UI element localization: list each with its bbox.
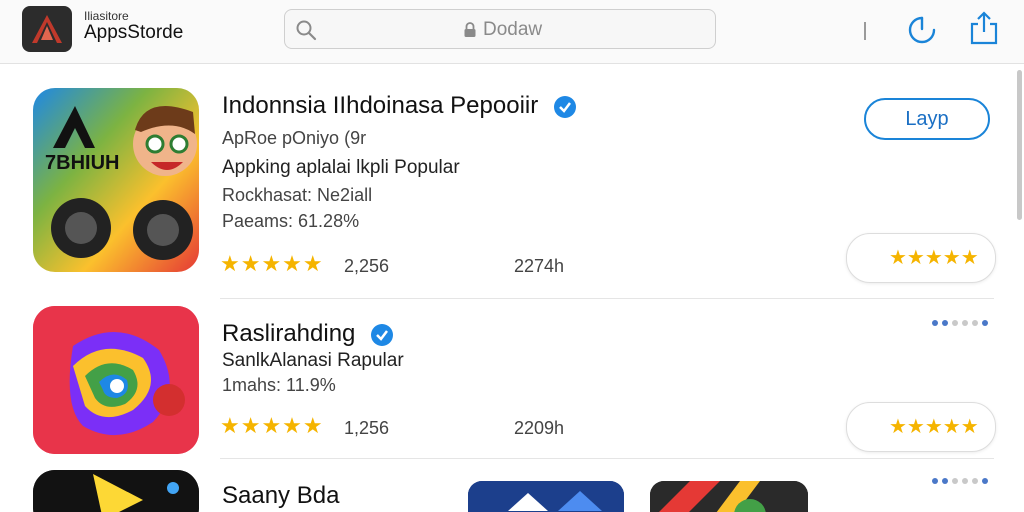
pill-star-rating: ★★★★★ xyxy=(889,247,979,269)
carousel-dots[interactable] xyxy=(932,320,988,326)
star-rating: ★★★★★ xyxy=(220,251,324,276)
row-divider xyxy=(220,458,994,459)
app-rank: Rockhasat: Ne2iall xyxy=(222,185,373,205)
scrollbar-thumb[interactable] xyxy=(1017,70,1022,220)
app-title[interactable]: Saany Bda xyxy=(222,482,339,510)
share-icon[interactable] xyxy=(968,10,1000,46)
star-rating: ★★★★★ xyxy=(220,413,324,438)
app-icon-saany[interactable] xyxy=(33,470,199,512)
verified-badge-icon xyxy=(371,323,394,346)
verified-badge-icon xyxy=(553,95,576,118)
rating-count: 1,256 xyxy=(344,418,390,438)
row-divider xyxy=(220,298,994,299)
lock-icon xyxy=(464,22,476,37)
search-bar[interactable]: Dodaw xyxy=(284,9,716,49)
app-screenshot[interactable] xyxy=(650,481,808,512)
search-input[interactable]: Dodaw xyxy=(483,19,542,41)
app-icon-indonesia[interactable]: 7BHIUH xyxy=(33,88,199,272)
brand-subtitle: Iliasitore xyxy=(84,9,129,23)
carousel-dots[interactable] xyxy=(932,478,988,484)
search-icon xyxy=(296,20,317,41)
brand-title: AppsStorde xyxy=(84,22,184,43)
refresh-icon[interactable] xyxy=(906,14,938,46)
app-category: SanlkAlanasi Rapular xyxy=(222,350,404,371)
download-count: 2274h xyxy=(514,256,565,276)
app-percentage: Paeams: 61.28% xyxy=(222,211,360,231)
app-icon-label: 7BHIUH xyxy=(45,152,120,174)
get-button[interactable]: Layp xyxy=(864,98,990,140)
app-category: Appking aplalai lkpli Popular xyxy=(222,157,460,178)
scrollbar[interactable] xyxy=(1014,64,1024,512)
app-icon-raslirahding[interactable] xyxy=(33,306,199,454)
app-screenshot[interactable] xyxy=(468,481,624,512)
top-bar: Iliasitore AppsStorde Dodaw xyxy=(0,0,1024,64)
app-title[interactable]: Indonnsia IIhdoinasa Pepooiir xyxy=(222,92,577,120)
rating-pill[interactable]: ★★★★★ xyxy=(846,402,996,452)
logo-a-icon xyxy=(32,15,62,43)
rating-count: 2,256 xyxy=(344,256,390,276)
app-percentage: 1mahs: 11.9% xyxy=(222,375,336,395)
pill-star-rating: ★★★★★ xyxy=(889,416,979,438)
app-store-logo[interactable] xyxy=(22,6,72,52)
toolbar-divider xyxy=(864,22,866,40)
app-title[interactable]: Raslirahding xyxy=(222,320,394,348)
app-developer: ApRoe pOniyo (9r xyxy=(222,128,367,148)
rating-pill[interactable]: ★★★★★ xyxy=(846,233,996,283)
download-count: 2209h xyxy=(514,418,565,438)
